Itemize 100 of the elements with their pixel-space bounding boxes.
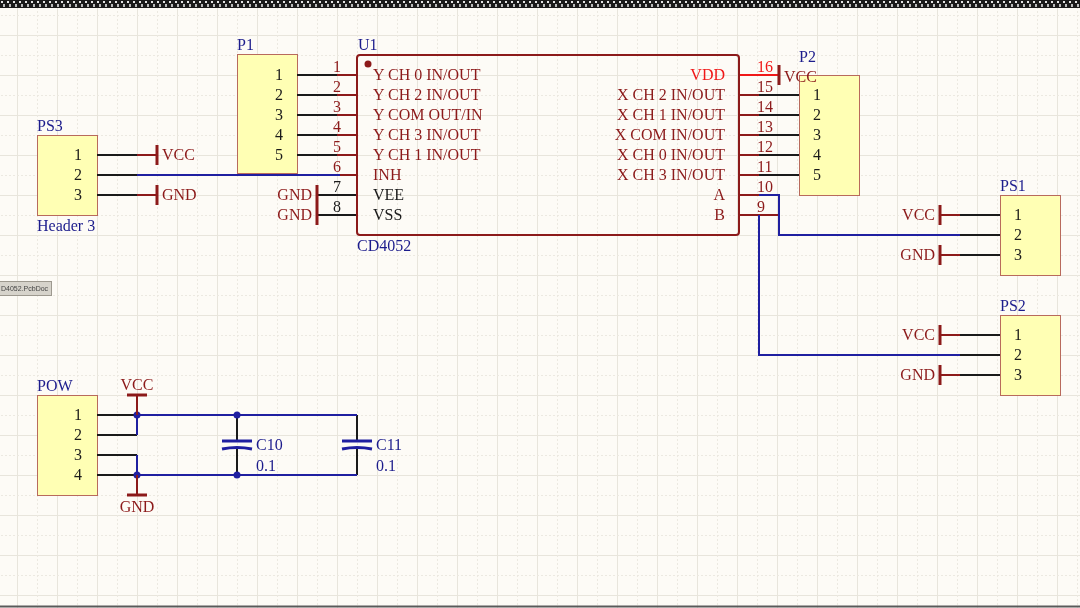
pin-number: 6 <box>333 158 341 175</box>
junction-icon <box>233 471 241 479</box>
pin-name: VDD <box>690 66 725 83</box>
pin-number: 5 <box>333 138 341 155</box>
power-port-icon <box>938 205 961 225</box>
pin-line <box>96 454 138 456</box>
power-port-icon <box>938 365 961 385</box>
pin-number: 16 <box>757 58 773 75</box>
pin-line <box>96 194 138 196</box>
pin-number: 1 <box>333 58 341 75</box>
pin-number: 3 <box>74 446 82 463</box>
designator: PS1 <box>1000 177 1026 194</box>
pin-number: 15 <box>757 78 773 95</box>
designator: P2 <box>799 48 816 65</box>
part-comment: Header 3 <box>37 217 96 234</box>
junction-icon <box>233 411 241 419</box>
pin-name: Y CH 1 IN/OUT <box>373 146 481 163</box>
pin-number: 4 <box>275 126 283 143</box>
pin-line <box>316 214 358 216</box>
pin-line <box>96 434 138 436</box>
pin-number: 3 <box>333 98 341 115</box>
power-port-icon <box>777 65 781 85</box>
pin-number: 1 <box>813 86 821 103</box>
pin-line <box>959 354 1001 356</box>
pin-number: 2 <box>333 78 341 95</box>
pin-name: INH <box>373 166 402 183</box>
pin-name: VEE <box>373 186 405 203</box>
pin-number: 1 <box>74 146 82 163</box>
pin-number: 2 <box>1014 346 1022 363</box>
power-port-label: GND <box>277 206 312 223</box>
power-port-label: GND <box>277 186 312 203</box>
pin-number: 10 <box>757 178 773 195</box>
power-port-label: VCC <box>120 376 154 393</box>
pin-line <box>316 194 358 196</box>
power-port-label: VCC <box>902 206 935 223</box>
pin-number: 2 <box>74 166 82 183</box>
designator: PS3 <box>37 117 63 134</box>
pin-number: 3 <box>275 106 283 123</box>
pin-line <box>959 374 1001 376</box>
part-comment: CD4052 <box>357 237 412 254</box>
pin-number: 14 <box>757 98 773 115</box>
pin-name: Y COM OUT/IN <box>373 106 483 123</box>
designator: U1 <box>358 36 378 53</box>
power-port-label: VCC <box>902 326 935 343</box>
pin-number: 1 <box>1014 326 1022 343</box>
power-port-icon <box>127 474 147 497</box>
pin-number: 8 <box>333 198 341 215</box>
designator: C11 <box>376 436 403 453</box>
pin-number: 13 <box>757 118 773 135</box>
pin-name: X CH 0 IN/OUT <box>617 146 725 163</box>
designator: PS2 <box>1000 297 1026 314</box>
pin-line <box>959 334 1001 336</box>
power-port-label: GND <box>119 498 155 515</box>
designator: POW <box>37 377 73 394</box>
pin-number: 1 <box>74 406 82 423</box>
pin-name: A <box>713 186 725 203</box>
pin-number: 1 <box>275 66 283 83</box>
pin-one-dot-icon <box>364 60 372 68</box>
pin-line <box>959 234 1001 236</box>
pin-number: 3 <box>1014 246 1022 263</box>
power-port-icon <box>127 393 147 416</box>
pin-number: 3 <box>813 126 821 143</box>
pin-number: 4 <box>813 146 821 163</box>
pin-name: X COM IN/OUT <box>614 126 725 143</box>
capacitor-icon <box>341 414 373 476</box>
pin-line <box>96 154 138 156</box>
pin-name: X CH 3 IN/OUT <box>617 166 725 183</box>
pin-number: 4 <box>333 118 341 135</box>
pin-name: B <box>714 206 725 223</box>
designator: P1 <box>237 36 254 53</box>
power-port-label: VCC <box>162 146 195 163</box>
junction-icon <box>133 471 141 479</box>
junction-icon <box>133 411 141 419</box>
pin-line <box>738 214 780 216</box>
pin-name: X CH 1 IN/OUT <box>617 106 725 123</box>
pin-number: 2 <box>74 426 82 443</box>
pin-number: 4 <box>74 466 82 483</box>
pin-name: Y CH 2 IN/OUT <box>373 86 481 103</box>
pin-line <box>959 214 1001 216</box>
pin-line <box>738 74 780 76</box>
pin-number: 3 <box>1014 366 1022 383</box>
power-port-icon <box>938 245 961 265</box>
pin-name: Y CH 0 IN/OUT <box>373 66 481 83</box>
pin-number: 2 <box>1014 226 1022 243</box>
capacitor-value: 0.1 <box>256 457 276 474</box>
pin-number: 5 <box>813 166 821 183</box>
pin-line <box>959 254 1001 256</box>
pin-number: 2 <box>275 86 283 103</box>
pin-line <box>96 174 138 176</box>
pin-number: 5 <box>275 146 283 163</box>
capacitor-value: 0.1 <box>376 457 396 474</box>
pin-number: 9 <box>757 198 765 215</box>
power-port-icon <box>136 185 159 205</box>
power-port-label: GND <box>900 246 935 263</box>
pin-name: VSS <box>373 206 403 223</box>
power-port-label: VCC <box>784 68 817 85</box>
pin-number: 11 <box>757 158 773 175</box>
designator: C10 <box>256 436 283 453</box>
power-port-icon <box>136 145 159 165</box>
power-port-label: GND <box>900 366 935 383</box>
